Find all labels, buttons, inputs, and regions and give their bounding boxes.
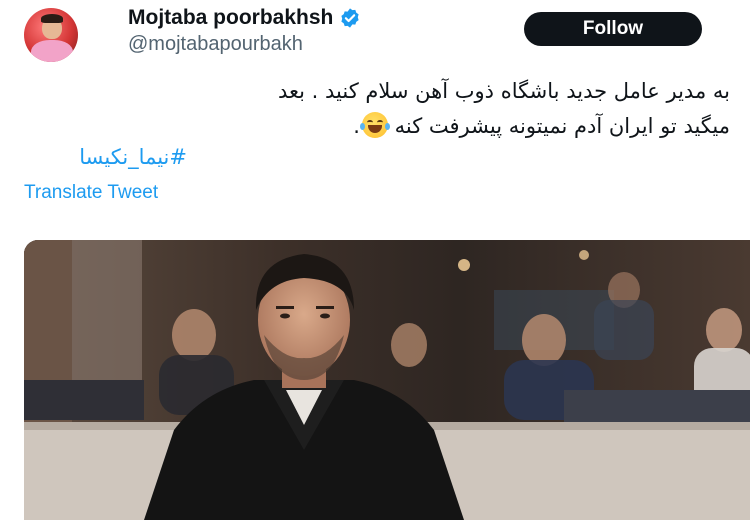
author-display-name[interactable]: Mojtaba poorbakhsh [128,6,333,30]
tweet-text-line-2-suffix: . [353,114,360,138]
hashtag-link[interactable]: #نیما_نکیسا [79,145,187,169]
tweet-text-line-2: میگید تو ایران آدم نمیتونه پیشرفت کنه [394,114,730,138]
avatar-suit [31,40,73,62]
author-name-row: Mojtaba poorbakhsh [128,6,361,30]
tweet-text-line-2-wrap: میگید تو ایران آدم نمیتونه پیشرفت کنه . [10,109,730,144]
author-handle[interactable]: @mojtabapourbakh [128,33,303,56]
follow-button[interactable]: Follow [524,12,702,46]
tweet-header: Mojtaba poorbakhsh @mojtabapourbakh Foll… [0,0,750,62]
tweet-text-line-1: به مدیر عامل جدید باشگاه ذوب آهن سلام کن… [277,79,730,103]
man-in-black-suit-photo-icon [24,240,750,520]
tweet-media-photo[interactable] [24,240,750,520]
face-with-tears-of-joy-icon [359,112,390,138]
translate-tweet-link[interactable]: Translate Tweet [24,182,158,204]
tweet-text: به مدیر عامل جدید باشگاه ذوب آهن سلام کن… [10,74,730,144]
avatar-hair [41,14,63,23]
verified-badge-icon [341,8,359,28]
author-avatar[interactable] [24,8,78,62]
